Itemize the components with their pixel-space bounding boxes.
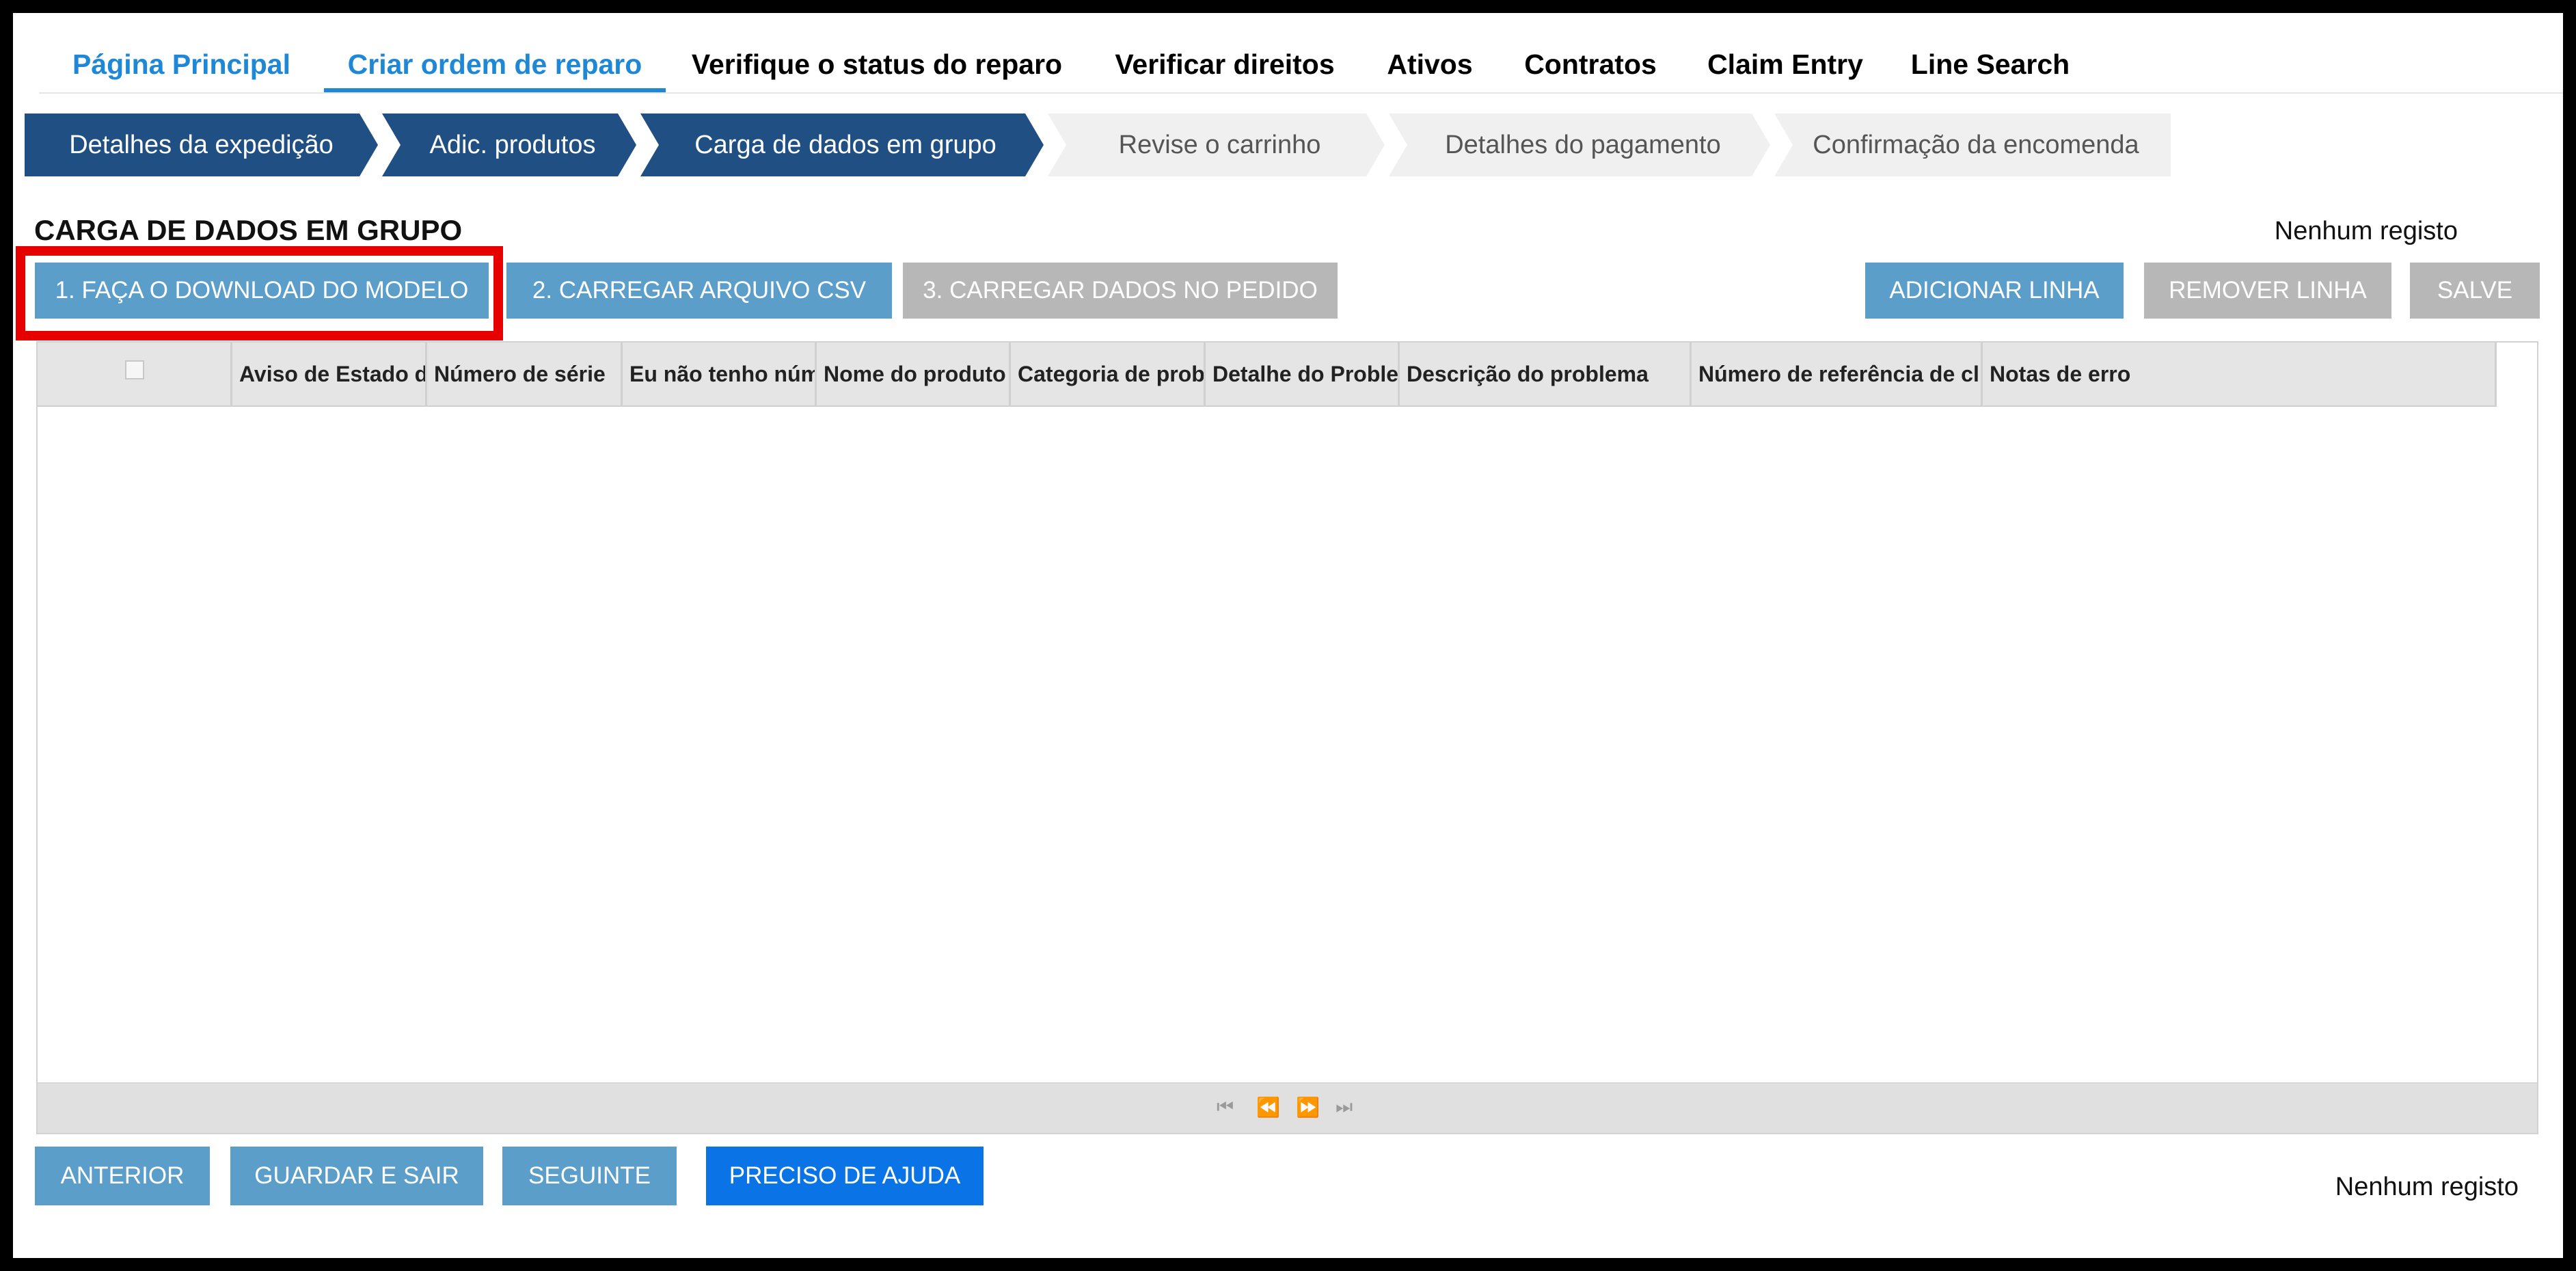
column-nome-produto[interactable]: Nome do produto [817, 343, 1011, 405]
step-adic-produtos: Adic. produtos [382, 113, 636, 176]
column-numero-referencia-cliente[interactable]: Número de referência de clie [1692, 343, 1983, 405]
tab-line-search[interactable]: Line Search [1888, 28, 2093, 92]
step-revise-carrinho: Revise o carrinho [1048, 113, 1385, 176]
app-window: Página Principal Criar ordem de reparo V… [13, 13, 2563, 1258]
select-all-column [38, 343, 232, 405]
first-page-icon[interactable]: ⏮ [1217, 1096, 1234, 1119]
last-page-icon[interactable]: ⏭ [1336, 1096, 1353, 1119]
record-status-bottom: Nenhum registo [2335, 1173, 2519, 1201]
bulk-upload-grid: Aviso de Estado d Número de série Eu não… [36, 341, 2538, 1134]
select-all-checkbox[interactable] [125, 360, 144, 379]
upload-csv-button[interactable]: 2. CARREGAR ARQUIVO CSV [506, 263, 892, 319]
previous-button[interactable]: ANTERIOR [35, 1147, 210, 1205]
grid-pagination-bar: ⏮ ⏪ ⏩ ⏭ [38, 1082, 2537, 1133]
record-status-top: Nenhum registo [2274, 217, 2458, 245]
step-carga-dados-grupo: Carga de dados em grupo [640, 113, 1044, 176]
column-aviso-estado[interactable]: Aviso de Estado d [232, 343, 427, 405]
column-numero-serie[interactable]: Número de série [427, 343, 623, 405]
tab-claim-entry[interactable]: Claim Entry [1683, 28, 1888, 92]
remove-row-button[interactable]: REMOVER LINHA [2144, 263, 2391, 319]
top-navigation: Página Principal Criar ordem de reparo V… [39, 28, 2563, 94]
tab-verifique-status-reparo[interactable]: Verifique o status do reparo [666, 28, 1088, 92]
next-button[interactable]: SEGUINTE [502, 1147, 677, 1205]
column-sem-numero[interactable]: Eu não tenho núm [623, 343, 817, 405]
step-detalhes-pagamento: Detalhes do pagamento [1389, 113, 1770, 176]
step-detalhes-expedicao: Detalhes da expedição [25, 113, 378, 176]
tab-pagina-principal[interactable]: Página Principal [39, 28, 324, 92]
column-notas-erro[interactable]: Notas de erro [1983, 343, 2497, 405]
tab-criar-ordem-de-reparo[interactable]: Criar ordem de reparo [324, 28, 666, 92]
tab-verificar-direitos[interactable]: Verificar direitos [1088, 28, 1361, 92]
next-page-icon[interactable]: ⏩ [1296, 1096, 1320, 1119]
download-template-button[interactable]: 1. FAÇA O DOWNLOAD DO MODELO [35, 263, 489, 319]
step-confirmacao-encomenda: Confirmação da encomenda [1774, 113, 2171, 176]
grid-header-row: Aviso de Estado d Número de série Eu não… [38, 343, 2497, 407]
previous-page-icon[interactable]: ⏪ [1256, 1096, 1280, 1119]
need-help-button[interactable]: PRECISO DE AJUDA [706, 1147, 984, 1205]
tab-contratos[interactable]: Contratos [1498, 28, 1683, 92]
add-row-button[interactable]: ADICIONAR LINHA [1865, 263, 2124, 319]
column-descricao-problema[interactable]: Descrição do problema [1400, 343, 1692, 405]
section-title: CARGA DE DADOS EM GRUPO [34, 214, 463, 246]
column-categoria-problema[interactable]: Categoria de probl [1011, 343, 1206, 405]
save-button[interactable]: SALVE [2410, 263, 2540, 319]
column-detalhe-problema[interactable]: Detalhe do Probler [1206, 343, 1400, 405]
save-and-exit-button[interactable]: GUARDAR E SAIR [230, 1147, 483, 1205]
tab-ativos[interactable]: Ativos [1361, 28, 1498, 92]
load-into-order-button[interactable]: 3. CARREGAR DADOS NO PEDIDO [903, 263, 1338, 319]
progress-steps: Detalhes da expedição Adic. produtos Car… [25, 113, 2171, 176]
